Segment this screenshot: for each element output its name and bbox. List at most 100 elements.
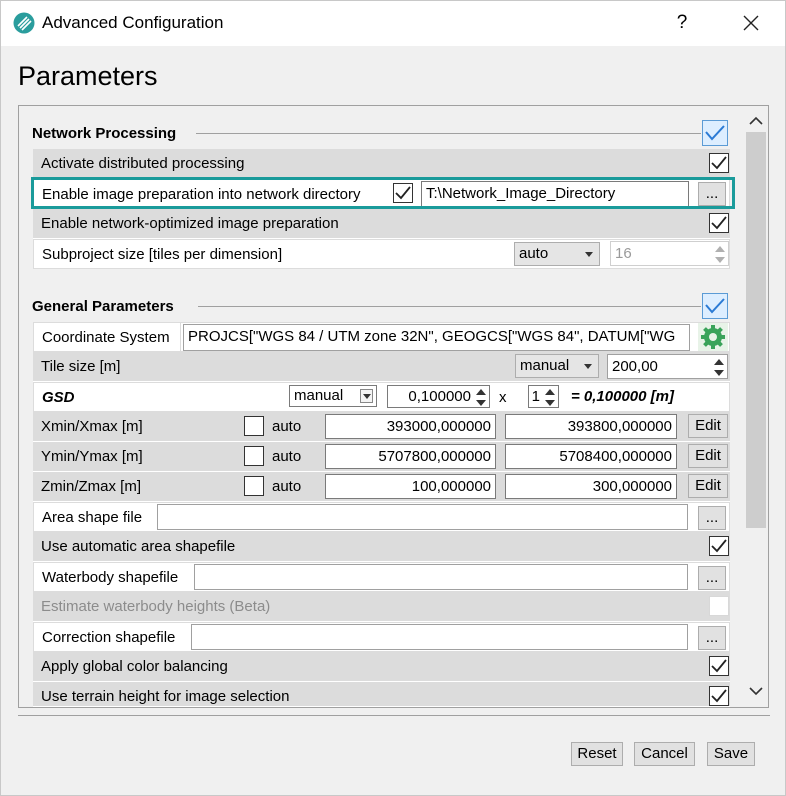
- reset-button[interactable]: Reset: [571, 742, 623, 766]
- row-xminmax: Xmin/Xmax [m] auto 393000,000000 393800,…: [33, 412, 730, 442]
- estimate-water-checkbox[interactable]: [709, 596, 729, 616]
- gsd-label: GSD: [42, 389, 75, 406]
- tile-size-value: 200,00: [612, 358, 658, 375]
- subproject-mode-value: auto: [519, 245, 549, 262]
- tile-size-spinbox[interactable]: 200,00: [607, 354, 728, 379]
- tile-mode-select[interactable]: manual: [515, 354, 599, 378]
- title-bar: Advanced Configuration ?: [1, 1, 785, 46]
- correction-label: Correction shapefile: [42, 629, 176, 646]
- subproject-size-value: 16: [615, 245, 632, 262]
- close-icon[interactable]: [737, 9, 765, 37]
- help-button[interactable]: ?: [672, 9, 692, 37]
- cancel-button[interactable]: Cancel: [634, 742, 695, 766]
- section-divider: [196, 133, 701, 134]
- app-logo-icon: [13, 12, 35, 34]
- checkmark-icon: [711, 156, 727, 170]
- row-terrain-height: Use terrain height for image selection: [33, 682, 730, 707]
- yminmax-auto-checkbox[interactable]: [244, 446, 264, 466]
- vertical-scrollbar[interactable]: [744, 106, 768, 707]
- gsd-value-spinbox[interactable]: 0,100000: [387, 385, 490, 408]
- checkmark-icon: [711, 659, 727, 673]
- window-title: Advanced Configuration: [42, 13, 224, 32]
- auto-area-checkbox[interactable]: [709, 536, 729, 556]
- row-network-optimized: Enable network-optimized image preparati…: [33, 209, 730, 239]
- xminmax-edit-button[interactable]: Edit: [688, 414, 728, 438]
- gsd-result: = 0,100000 [m]: [571, 388, 674, 405]
- area-shape-browse-button[interactable]: ...: [698, 506, 726, 530]
- auto-area-label: Use automatic area shapefile: [41, 538, 236, 555]
- network-section-title: Network Processing: [32, 125, 177, 142]
- section-divider: [198, 306, 701, 307]
- yminmax-auto-label: auto: [272, 448, 302, 465]
- spin-arrows-icon[interactable]: [475, 387, 487, 407]
- coordinate-system-input[interactable]: PROJCS["WGS 84 / UTM zone 32N", GEOGCS["…: [183, 324, 690, 351]
- yminmax-edit-button[interactable]: Edit: [688, 444, 728, 468]
- ymax-input[interactable]: 5708400,000000: [505, 444, 677, 469]
- zmax-input[interactable]: 300,000000: [505, 474, 677, 499]
- subproject-size-spinbox[interactable]: 16: [610, 241, 729, 266]
- subproject-mode-select[interactable]: auto: [514, 242, 600, 266]
- row-waterbody-shapefile: Waterbody shapefile ...: [33, 562, 730, 592]
- terrain-label: Use terrain height for image selection: [41, 688, 290, 705]
- row-gsd: GSD manual 0,100000 x 1 = 0,100000 [m]: [33, 382, 730, 412]
- chevron-down-icon: [585, 252, 593, 257]
- spin-arrows-icon[interactable]: [544, 387, 556, 407]
- xmin-input[interactable]: 393000,000000: [325, 414, 496, 439]
- ymin-input[interactable]: 5707800,000000: [325, 444, 496, 469]
- spin-arrows-icon[interactable]: [714, 244, 726, 264]
- waterbody-label: Waterbody shapefile: [42, 569, 179, 586]
- gsd-multiply-sign: x: [499, 389, 507, 406]
- waterbody-browse-button[interactable]: ...: [698, 566, 726, 590]
- tile-size-label: Tile size [m]: [41, 358, 121, 375]
- gsd-value: 0,100000: [408, 388, 471, 405]
- zminmax-edit-button[interactable]: Edit: [688, 474, 728, 498]
- row-subproject-size: Subproject size [tiles per dimension] au…: [33, 239, 730, 269]
- row-coordinate-system: Coordinate System PROJCS["WGS 84 / UTM z…: [33, 322, 730, 352]
- gear-icon[interactable]: [698, 323, 728, 351]
- area-shape-label: Area shape file: [42, 509, 143, 526]
- row-auto-area-shapefile: Use automatic area shapefile: [33, 532, 730, 562]
- optimized-label: Enable network-optimized image preparati…: [41, 215, 339, 232]
- general-section-title: General Parameters: [32, 298, 174, 315]
- xminmax-label: Xmin/Xmax [m]: [41, 418, 143, 435]
- checkmark-icon: [711, 216, 727, 230]
- save-button[interactable]: Save: [707, 742, 755, 766]
- gsd-factor-value: 1: [531, 388, 540, 405]
- footer-divider: [18, 715, 770, 716]
- xminmax-auto-label: auto: [272, 418, 302, 435]
- scroll-down-icon[interactable]: [744, 679, 768, 703]
- dropdown-button[interactable]: [360, 389, 373, 403]
- waterbody-input[interactable]: [194, 564, 688, 590]
- optimized-checkbox[interactable]: [709, 213, 729, 233]
- zminmax-auto-label: auto: [272, 478, 302, 495]
- color-balance-checkbox[interactable]: [709, 656, 729, 676]
- activate-distributed-checkbox[interactable]: [709, 153, 729, 173]
- activate-distributed-label: Activate distributed processing: [41, 155, 245, 172]
- chevron-down-icon: [584, 364, 592, 369]
- general-section-checkbox[interactable]: [702, 293, 728, 319]
- spin-arrows-icon[interactable]: [713, 357, 725, 377]
- scroll-up-icon[interactable]: [744, 109, 768, 133]
- terrain-checkbox[interactable]: [709, 686, 729, 706]
- zminmax-auto-checkbox[interactable]: [244, 476, 264, 496]
- gsd-mode-select[interactable]: manual: [289, 385, 377, 407]
- network-section-checkbox[interactable]: [702, 120, 728, 146]
- row-yminmax: Ymin/Ymax [m] auto 5707800,000000 570840…: [33, 442, 730, 472]
- scrollbar-thumb[interactable]: [746, 132, 766, 528]
- gsd-factor-spinbox[interactable]: 1: [528, 385, 559, 408]
- tile-mode-value: manual: [520, 357, 570, 374]
- area-shape-input[interactable]: [157, 504, 688, 530]
- row-activate-distributed: Activate distributed processing: [33, 149, 730, 179]
- zminmax-label: Zmin/Zmax [m]: [41, 478, 141, 495]
- zmin-input[interactable]: 100,000000: [325, 474, 496, 499]
- xmax-input[interactable]: 393800,000000: [505, 414, 677, 439]
- checkmark-icon: [711, 539, 727, 553]
- highlight-frame: [31, 177, 735, 209]
- row-correction-shapefile: Correction shapefile ...: [33, 622, 730, 652]
- row-color-balancing: Apply global color balancing: [33, 652, 730, 682]
- row-area-shape-file: Area shape file ...: [33, 502, 730, 532]
- xminmax-auto-checkbox[interactable]: [244, 416, 264, 436]
- correction-input[interactable]: [191, 624, 688, 650]
- advanced-configuration-dialog: Advanced Configuration ? Parameters Netw…: [0, 0, 786, 796]
- correction-browse-button[interactable]: ...: [698, 626, 726, 650]
